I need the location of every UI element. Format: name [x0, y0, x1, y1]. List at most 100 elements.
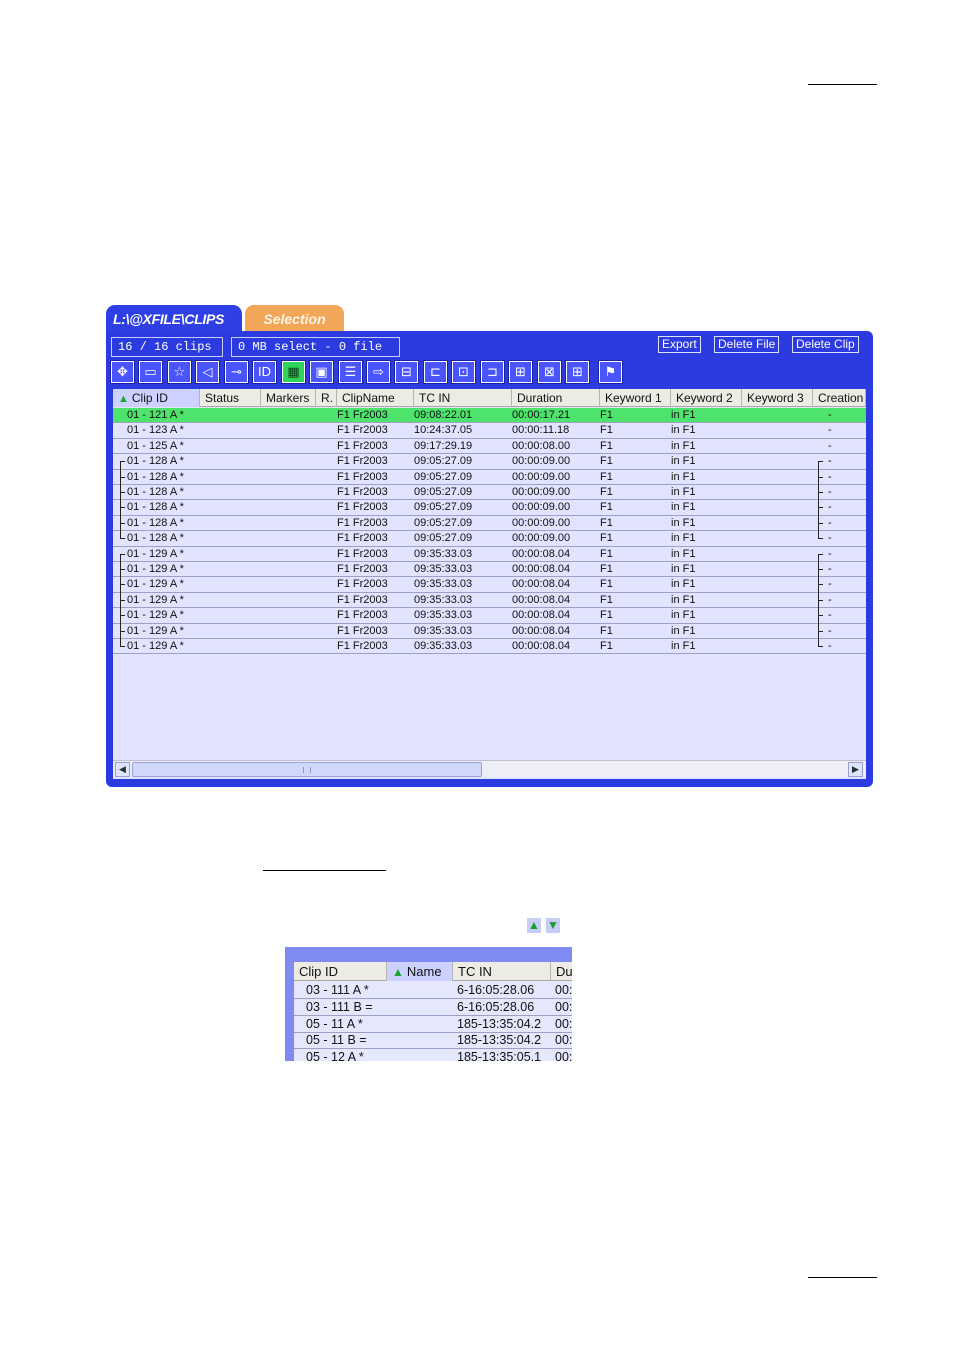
cell-kw2: in F1 [671, 640, 696, 652]
transfer-icon[interactable]: ⇨ [366, 360, 391, 384]
table-row[interactable]: 01 - 129 A * F1 Fr2003 09:35:33.03 00:00:08… [113, 623, 866, 639]
cell-kw2: in F1 [671, 563, 696, 575]
cell-clipname: F1 Fr2003 [337, 609, 388, 622]
cell-kw1: F1 [600, 593, 613, 606]
table-header: ▲ Clip ID Status Markers R. ClipName TC I… [113, 389, 866, 407]
cell-clipname: F1 Fr2003 [337, 439, 388, 452]
scroll-right-icon[interactable]: ▶ [848, 762, 863, 777]
cell-kw1: F1 [600, 486, 613, 498]
table-row[interactable]: 01 - 129 A * F1 Fr2003 09:35:33.03 00:00:08… [113, 592, 866, 609]
id-icon[interactable]: ID [252, 360, 277, 384]
table-row[interactable]: 03 - 111 A * 6-16:05:28.06 00: [294, 982, 572, 999]
cell-creation: - [828, 516, 832, 529]
cell-clip-id: 01 - 129 A * [127, 578, 184, 591]
col-clipname[interactable]: ClipName [337, 389, 414, 407]
group-bracket [120, 562, 125, 578]
cell-clip-id: 01 - 129 A * [127, 547, 184, 560]
table-row[interactable]: 05 - 11 A * 185-13:35:04.2 00: [294, 1016, 572, 1033]
group-bracket [120, 639, 125, 647]
table-row[interactable]: 01 - 128 A * F1 Fr2003 09:05:27.09 00:00:09… [113, 515, 866, 532]
list-view-icon[interactable]: ☰ [338, 360, 363, 384]
table-row[interactable]: 01 - 129 A * F1 Fr2003 09:35:33.03 00:00:08… [113, 577, 866, 593]
col-status[interactable]: Status [200, 389, 261, 407]
trim-icon[interactable]: ⊟ [394, 360, 419, 384]
delete-file-button[interactable]: Delete File [714, 336, 780, 353]
tag-icon[interactable]: ◁ [195, 360, 220, 384]
cell-clip-id: 01 - 128 A * [127, 486, 184, 498]
scroll-thumb[interactable] [132, 762, 482, 777]
table-row[interactable]: 01 - 125 A * F1 Fr2003 09:17:29.19 00:00:08… [113, 439, 866, 455]
table-row[interactable]: 01 - 129 A * F1 Fr2003 09:35:33.03 00:00:08… [113, 562, 866, 578]
table-row[interactable]: 01 - 129 A * F1 Fr2003 09:35:33.03 00:00:08… [113, 639, 866, 655]
table-row[interactable]: 01 - 128 A * F1 Fr2003 09:05:27.09 00:00:09… [113, 485, 866, 501]
col-keyword-1[interactable]: Keyword 1 [600, 389, 671, 407]
delete-clip-button[interactable]: Delete Clip [792, 336, 859, 353]
cell-kw2: in F1 [671, 593, 696, 606]
cell-clipname: F1 Fr2003 [337, 563, 388, 575]
cell-tc-in: 09:35:33.03 [414, 547, 473, 560]
table-row[interactable]: 01 - 129 A * F1 Fr2003 09:35:33.03 00:00:08… [113, 608, 866, 624]
horizontal-scrollbar[interactable]: ◀ ▶ [113, 760, 866, 777]
cell-clipname: F1 Fr2003 [337, 640, 388, 652]
cell-kw2: in F1 [671, 455, 696, 468]
tab-clips-path[interactable]: L:\@XFILE\CLIPS [106, 305, 242, 333]
table-row[interactable]: 03 - 111 B = 6-16:05:28.06 00: [294, 999, 572, 1016]
cell-creation: - [828, 563, 832, 575]
clip-icon[interactable]: ▭ [138, 360, 163, 384]
table-row[interactable]: 01 - 128 A * F1 Fr2003 09:05:27.09 00:00:09… [113, 500, 866, 516]
mark-frame-icon[interactable]: ⊡ [451, 360, 476, 384]
col-r[interactable]: R. [316, 389, 337, 407]
cell-creation: - [828, 409, 832, 421]
cell-clipname: F1 Fr2003 [337, 516, 388, 529]
cell-duration: 00:00:08.04 [512, 640, 571, 652]
inset-table-header: Clip ID ▲ Name TC IN Du [294, 962, 572, 981]
col-keyword-3[interactable]: Keyword 3 [742, 389, 813, 407]
col-markers[interactable]: Markers [261, 389, 316, 407]
table-row[interactable]: 01 - 129 A * F1 Fr2003 09:35:33.03 00:00:08… [113, 547, 866, 562]
inset-col-clip-id[interactable]: Clip ID [294, 962, 387, 981]
table-row[interactable]: 01 - 128 A * F1 Fr2003 09:05:27.09 00:00:09… [113, 454, 866, 470]
group-bracket [818, 608, 823, 624]
cell-tc-in: 09:35:33.03 [414, 609, 473, 622]
inset-col-duration[interactable]: Du [551, 962, 572, 981]
tab-selection[interactable]: Selection [245, 305, 344, 333]
table-row[interactable]: 01 - 121 A * F1 Fr2003 09:08:22.01 00:00:17… [113, 408, 866, 424]
cell-kw1: F1 [600, 640, 613, 652]
scroll-left-icon[interactable]: ◀ [115, 762, 130, 777]
inset-col-name[interactable]: ▲ Name [387, 962, 453, 981]
inset-cell-clip-id: 05 - 11 A * [306, 1016, 363, 1031]
table-row[interactable]: 01 - 128 A * F1 Fr2003 09:05:27.09 00:00:09… [113, 531, 866, 547]
col-creation[interactable]: Creation [813, 389, 866, 407]
clips-table: ▲ Clip ID Status Markers R. ClipName TC I… [113, 389, 866, 779]
target-icon[interactable]: ✥ [110, 360, 135, 384]
mark-in-icon[interactable]: ⊏ [423, 360, 448, 384]
key-icon[interactable]: ⊸ [224, 360, 249, 384]
cell-duration: 00:00:08.04 [512, 609, 571, 622]
flag-icon[interactable]: ⚑ [598, 360, 623, 384]
split-icon[interactable]: ⊞ [508, 360, 533, 384]
mark-out-icon[interactable]: ⊐ [480, 360, 505, 384]
cell-kw1: F1 [600, 563, 613, 575]
inset-cell-clip-id: 03 - 111 B = [306, 999, 373, 1014]
col-duration[interactable]: Duration [512, 389, 600, 407]
cell-creation: - [828, 532, 832, 545]
merge-icon[interactable]: ⊞ [565, 360, 590, 384]
col-tc-in[interactable]: TC IN [414, 389, 512, 407]
col-clip-id[interactable]: ▲ Clip ID [113, 389, 200, 407]
table-row[interactable]: 01 - 123 A * F1 Fr2003 10:24:37.05 00:00:11… [113, 423, 866, 439]
table-row[interactable]: 05 - 12 A * 185-13:35:05.1 00: [294, 1049, 572, 1061]
cell-clip-id: 01 - 121 A * [127, 409, 184, 421]
frame-icon[interactable]: ▣ [309, 360, 334, 384]
grid-view-icon[interactable]: ▦ [281, 360, 306, 384]
export-button[interactable]: Export [658, 336, 701, 353]
cell-kw1: F1 [600, 501, 613, 514]
join-icon[interactable]: ⊠ [537, 360, 562, 384]
table-row[interactable]: 05 - 11 B = 185-13:35:04.2 00: [294, 1032, 572, 1050]
star-icon[interactable]: ☆ [167, 360, 192, 384]
col-keyword-2[interactable]: Keyword 2 [671, 389, 742, 407]
group-bracket [818, 592, 823, 609]
inset-col-tc-in[interactable]: TC IN [453, 962, 551, 981]
table-row[interactable]: 01 - 128 A * F1 Fr2003 09:05:27.09 00:00:09… [113, 469, 866, 485]
cell-kw2: in F1 [671, 624, 696, 637]
inset-cell-tc-in: 185-13:35:05.1 [457, 1050, 542, 1061]
